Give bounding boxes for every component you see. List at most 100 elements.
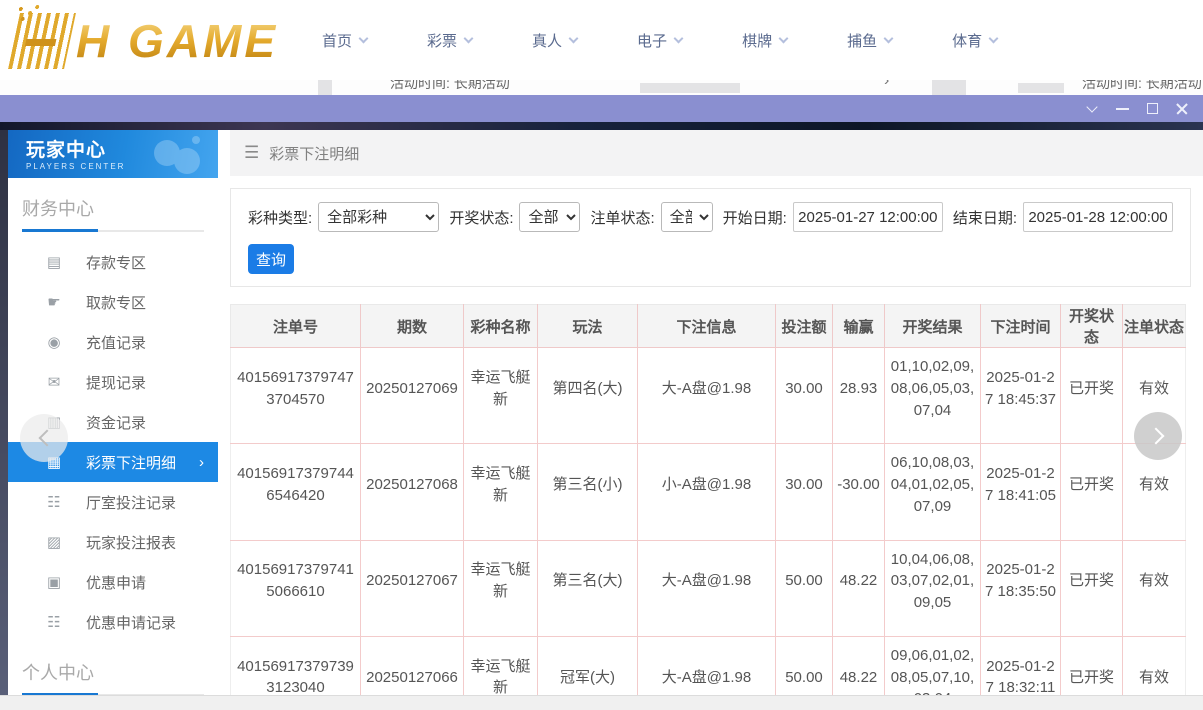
sidebar-item-label: 玩家投注报表 xyxy=(86,532,176,553)
nav-item-sports[interactable]: 体育 xyxy=(952,30,997,51)
obscured-widget xyxy=(932,80,966,95)
sidebar-item-recharge-records[interactable]: ◉充值记录 xyxy=(8,322,218,362)
window-close-button[interactable] xyxy=(1167,97,1197,121)
minimize-icon xyxy=(1116,108,1129,110)
horizontal-scrollbar[interactable] xyxy=(0,695,1203,710)
table-cell: 28.93 xyxy=(833,348,885,444)
background-carousel-strip: 活动时间: 长期活动 › 活动时间: 长期活动 xyxy=(0,80,1203,95)
table-cell: 2025-01-27 18:41:05 xyxy=(981,444,1061,540)
table-header-row: 注单号期数彩种名称玩法下注信息投注额输赢开奖结果下注时间开奖状态注单状态 xyxy=(231,305,1186,348)
chevron-down-icon xyxy=(569,33,579,43)
table-header-cell: 彩种名称 xyxy=(464,305,538,348)
lottery-type-select[interactable]: 全部彩种 xyxy=(318,202,439,232)
table-header-cell: 开奖状态 xyxy=(1061,305,1123,348)
obscured-widget xyxy=(318,80,332,95)
table-cell: 20250127068 xyxy=(361,444,464,540)
table-cell: 401569173797393123040 xyxy=(231,636,361,695)
sidebar-item-promo-application[interactable]: ▣优惠申请 xyxy=(8,562,218,602)
hh-game-logo[interactable]: H GAME xyxy=(14,10,278,72)
bank-card-icon: ▤ xyxy=(44,253,64,271)
chevron-left-icon xyxy=(38,430,55,447)
table-cell: 小-A盘@1.98 xyxy=(638,444,776,540)
logo-text: H GAME xyxy=(76,14,278,68)
sidebar-item-withdrawal-records[interactable]: ✉ 提现记录 xyxy=(8,362,218,402)
sidebar-banner: 玩家中心 PLAYERS CENTER xyxy=(8,130,218,178)
chevron-right-icon: › xyxy=(199,454,204,471)
nav-item-live[interactable]: 真人 xyxy=(532,30,577,51)
table-cell: 10,04,06,08,03,07,02,01,09,05 xyxy=(885,540,981,636)
table-cell: 20250127067 xyxy=(361,540,464,636)
table-cell: 大-A盘@1.98 xyxy=(638,348,776,444)
table-cell: 01,10,02,09,08,06,05,03,07,04 xyxy=(885,348,981,444)
table-cell: 401569173797473704570 xyxy=(231,348,361,444)
table-cell: 50.00 xyxy=(776,540,833,636)
nav-item-home[interactable]: 首页 xyxy=(322,30,367,51)
table-cell: 20250127069 xyxy=(361,348,464,444)
player-center-window: 玩家中心 PLAYERS CENTER 财务中心▤存款专区☛取款专区◉充值记录✉… xyxy=(0,122,1203,695)
section-divider xyxy=(22,230,204,232)
table-header-cell: 下注信息 xyxy=(638,305,776,348)
hamburger-menu-icon[interactable]: ☰ xyxy=(244,143,259,163)
list-icon: ☷ xyxy=(44,493,64,511)
carousel-next-button[interactable] xyxy=(1134,412,1182,460)
table-cell: 大-A盘@1.98 xyxy=(638,636,776,695)
table-header-cell: 注单状态 xyxy=(1123,305,1186,348)
sidebar-item-withdraw-zone[interactable]: ☛取款专区 xyxy=(8,282,218,322)
breadcrumb: ☰ 彩票下注明细 xyxy=(230,130,1203,176)
nav-item-slots[interactable]: 电子 xyxy=(637,30,682,51)
sidebar-item-player-bet-report[interactable]: ▨玩家投注报表 xyxy=(8,522,218,562)
sidebar-item-promo-application-records[interactable]: ☷优惠申请记录 xyxy=(8,602,218,642)
nav-item-label: 真人 xyxy=(532,30,562,51)
table-cell: 401569173797415066610 xyxy=(231,540,361,636)
player-center-sidebar: 玩家中心 PLAYERS CENTER 财务中心▤存款专区☛取款专区◉充值记录✉… xyxy=(8,130,218,695)
sidebar-section-title: 财务中心 xyxy=(22,195,204,221)
window-collapse-button[interactable] xyxy=(1077,97,1107,121)
window-top-edge xyxy=(0,122,1203,130)
table-cell: 幸运飞艇新 xyxy=(464,636,538,695)
promo-time-text: 活动时间: 长期活动 xyxy=(390,80,510,93)
chevron-down-icon xyxy=(674,33,684,43)
sidebar-item-label: 提现记录 xyxy=(86,372,146,393)
window-maximize-button[interactable] xyxy=(1137,97,1167,121)
wallet-icon: ✉ xyxy=(44,373,64,391)
table-header-cell: 开奖结果 xyxy=(885,305,981,348)
table-cell: 2025-01-27 18:45:37 xyxy=(981,348,1061,444)
draw-status-label: 开奖状态: xyxy=(449,207,513,228)
sidebar-item-label: 优惠申请 xyxy=(86,572,146,593)
start-date-label: 开始日期: xyxy=(723,207,787,228)
table-cell: 06,10,08,03,04,01,02,05,07,09 xyxy=(885,444,981,540)
table-cell: -30.00 xyxy=(833,444,885,540)
carousel-next-icon: › xyxy=(884,80,889,90)
table-cell: 2025-01-27 18:32:11 xyxy=(981,636,1061,695)
table-cell: 401569173797446546420 xyxy=(231,444,361,540)
content-area: ☰ 彩票下注明细 彩种类型: 全部彩种 开奖状态: 全部 注单状态: 全部 开始… xyxy=(218,130,1203,695)
nav-item-label: 首页 xyxy=(322,30,352,51)
table-header-cell: 下注时间 xyxy=(981,305,1061,348)
draw-status-select[interactable]: 全部 xyxy=(519,202,580,232)
sidebar-item-hall-bet-records[interactable]: ☷厅室投注记录 xyxy=(8,482,218,522)
nav-item-fishing[interactable]: 捕鱼 xyxy=(847,30,892,51)
window-minimize-button[interactable] xyxy=(1107,97,1137,121)
query-button[interactable]: 查询 xyxy=(248,244,294,274)
chevron-down-icon xyxy=(989,33,999,43)
chevron-down-icon xyxy=(359,33,369,43)
end-date-input[interactable] xyxy=(1023,202,1173,232)
nav-item-chess[interactable]: 棋牌 xyxy=(742,30,787,51)
maximize-icon xyxy=(1147,103,1158,114)
bet-status-select[interactable]: 全部 xyxy=(661,202,713,232)
nav-item-lottery[interactable]: 彩票 xyxy=(427,30,472,51)
table-cell: 第三名(大) xyxy=(538,540,638,636)
chevron-down-icon xyxy=(884,33,894,43)
carousel-prev-button[interactable] xyxy=(20,414,68,462)
nav-item-label: 彩票 xyxy=(427,30,457,51)
table-cell: 20250127066 xyxy=(361,636,464,695)
table-cell: 30.00 xyxy=(776,444,833,540)
table-cell: 48.22 xyxy=(833,540,885,636)
table-header-cell: 投注额 xyxy=(776,305,833,348)
money-bag-icon: ◉ xyxy=(44,333,64,351)
window-left-edge xyxy=(0,130,8,695)
start-date-input[interactable] xyxy=(793,202,943,232)
sidebar-item-deposit-zone[interactable]: ▤存款专区 xyxy=(8,242,218,282)
page-title: 彩票下注明细 xyxy=(269,143,359,164)
nav-item-label: 体育 xyxy=(952,30,982,51)
